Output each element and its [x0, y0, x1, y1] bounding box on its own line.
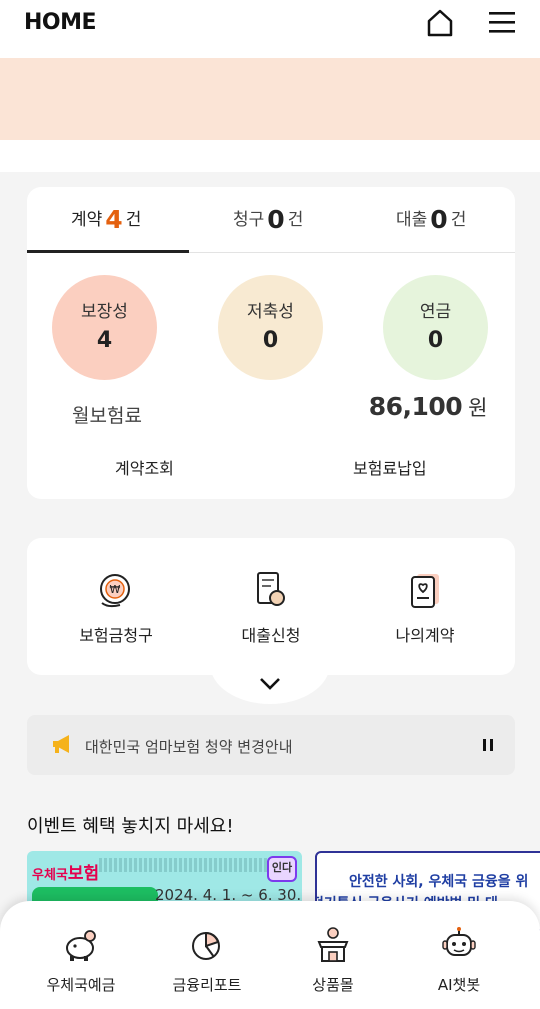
my-contract-icon [411, 574, 439, 608]
contract-summary-card: 계약 4 건 청구 0 건 대출 0 건 보장성 4 저축성 0 연금 0 월보험료 86,… [27, 187, 515, 499]
redacted-user-info [0, 58, 540, 140]
tab-count: 0 [267, 205, 285, 234]
category-protection[interactable]: 보장성 4 [52, 275, 157, 380]
app-header: HOME [0, 0, 540, 58]
premium-payment-link[interactable]: 보험료납입 [353, 455, 427, 479]
monthly-premium-label: 월보험료 [72, 405, 142, 427]
expand-toggle-button[interactable] [210, 664, 330, 704]
spacer [0, 140, 540, 172]
robot-icon [442, 927, 476, 956]
summary-tabs: 계약 4 건 청구 0 건 대출 0 건 [27, 187, 515, 253]
contract-inquiry-link[interactable]: 계약조회 [115, 455, 174, 479]
piggy-bank-icon [66, 930, 96, 961]
tab-count: 4 [105, 205, 123, 234]
loan-request-button[interactable]: 대출신청 [196, 570, 346, 646]
tab-loan[interactable]: 대출 0 건 [396, 205, 466, 234]
active-tab-indicator [27, 250, 189, 253]
bottom-navigation: 우체국예금 금융리포트 상품몰 AI챗봇 [0, 901, 540, 1009]
nav-finance-report[interactable]: 금융리포트 [152, 926, 262, 995]
pause-icon[interactable] [482, 739, 494, 751]
event-sticker: 인다 [267, 856, 297, 882]
tab-contract[interactable]: 계약 4 건 [71, 205, 141, 234]
claim-coin-icon: ₩ [100, 574, 130, 608]
event-headline: 안전한 사회, 우체국 금융을 위 [349, 874, 529, 890]
svg-text:₩: ₩ [110, 583, 121, 596]
page-title: HOME [24, 10, 97, 35]
category-pension[interactable]: 연금 0 [383, 275, 488, 380]
shop-icon [317, 927, 349, 962]
pie-chart-icon [192, 931, 220, 960]
category-savings[interactable]: 저축성 0 [218, 275, 323, 380]
notice-text: 대한민국 엄마보험 청약 변경안내 [85, 738, 293, 756]
notice-banner[interactable]: 대한민국 엄마보험 청약 변경안내 [27, 715, 515, 775]
chevron-down-icon [260, 678, 280, 690]
nav-product-mall[interactable]: 상품몰 [278, 926, 388, 995]
claim-insurance-button[interactable]: ₩ 보험금청구 [41, 570, 191, 646]
home-icon[interactable] [425, 8, 455, 38]
megaphone-icon [53, 735, 69, 753]
event-brand: 우체국보험 [32, 864, 100, 884]
nav-ai-chatbot[interactable]: AI챗봇 [404, 926, 514, 995]
fine-print [99, 858, 269, 872]
quick-actions-card: ₩ 보험금청구 대출신청 나의계약 [27, 538, 515, 675]
my-contract-button[interactable]: 나의계약 [350, 570, 500, 646]
nav-postal-savings[interactable]: 우체국예금 [26, 926, 136, 995]
loan-document-icon [257, 572, 285, 606]
events-section-title: 이벤트 혜택 놓치지 마세요! [27, 816, 234, 837]
tab-count: 0 [430, 205, 448, 234]
hamburger-menu-icon[interactable] [488, 8, 518, 38]
monthly-premium-value: 86,100 원 [368, 392, 488, 421]
tab-claim[interactable]: 청구 0 건 [233, 205, 303, 234]
